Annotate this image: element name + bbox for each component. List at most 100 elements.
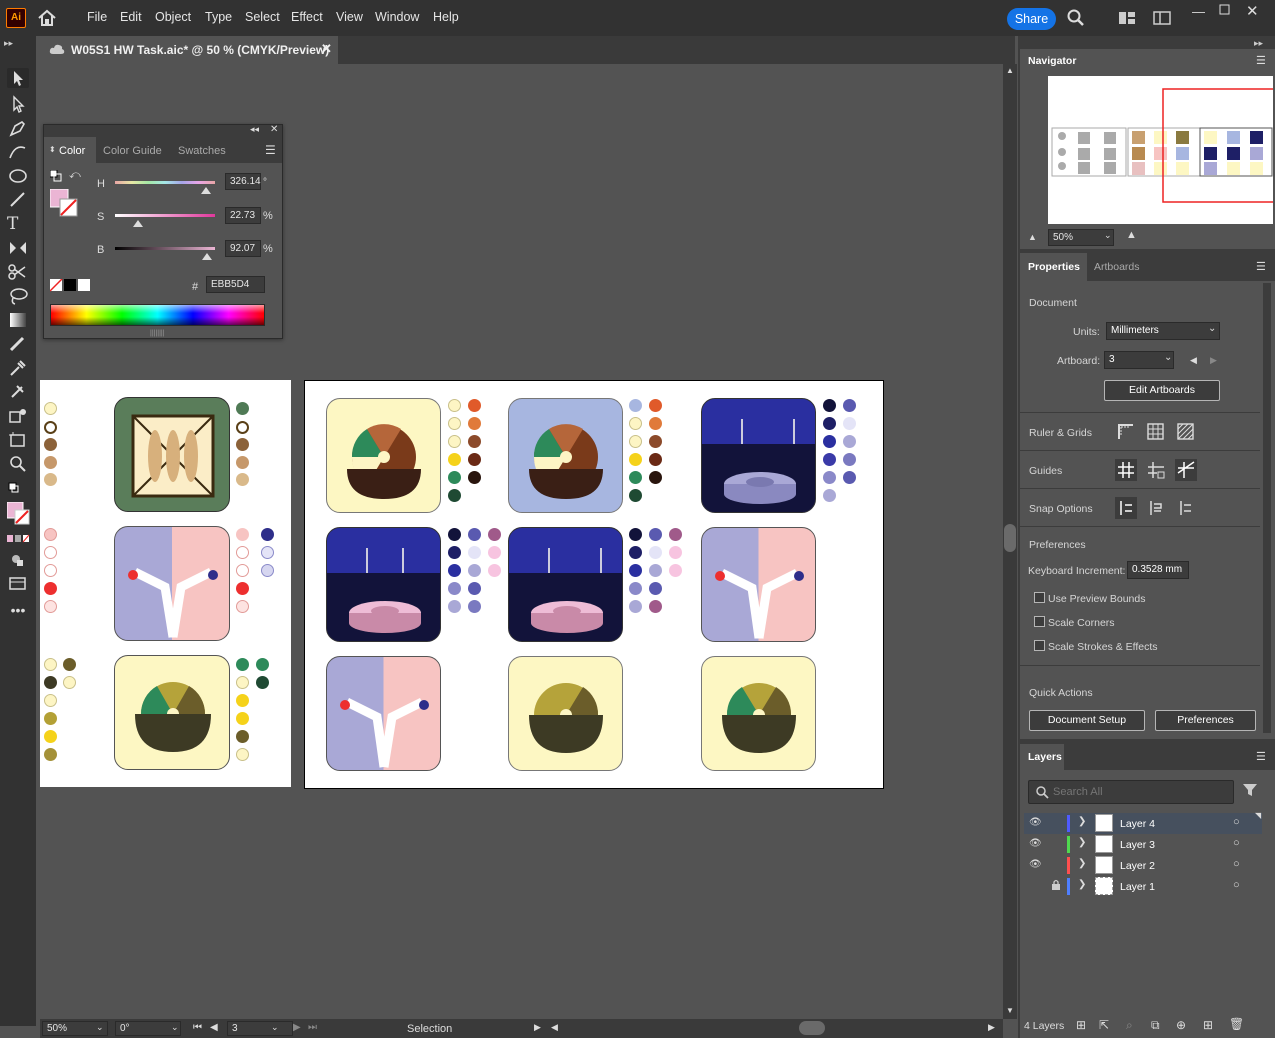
properties-menu-icon[interactable]: ☰ xyxy=(1256,260,1266,273)
b-value-field[interactable]: 92.07 xyxy=(225,240,261,257)
menu-object[interactable]: Object xyxy=(155,10,191,24)
document-tab[interactable]: W05S1 HW Task.aic* @ 50 % (CMYK/Preview)… xyxy=(40,36,338,64)
menu-window[interactable]: Window xyxy=(375,10,419,24)
kick-icon-tile-2[interactable] xyxy=(701,527,816,642)
target-circle-icon[interactable]: ○ xyxy=(1233,879,1240,891)
workspace-icon[interactable] xyxy=(1153,11,1171,28)
layer-name[interactable]: Layer 1 xyxy=(1120,881,1155,893)
previous-artboard-button[interactable]: ◀ xyxy=(1190,355,1197,366)
search-icon[interactable] xyxy=(1067,9,1085,30)
units-dropdown-icon[interactable]: ⌄ xyxy=(1208,323,1216,334)
tab-properties[interactable]: Properties xyxy=(1028,261,1080,273)
lock-guides-icon[interactable] xyxy=(1145,459,1167,484)
bowl-icon-tile-yellow[interactable] xyxy=(114,655,230,770)
b-slider-track[interactable] xyxy=(115,247,215,250)
menu-effect[interactable]: Effect xyxy=(291,10,323,24)
share-button[interactable]: Share xyxy=(1007,8,1056,30)
document-setup-button[interactable]: Document Setup xyxy=(1029,710,1145,731)
new-layer-icon[interactable]: ⊞ xyxy=(1203,1018,1213,1032)
tab-swatches[interactable]: Swatches xyxy=(178,145,226,157)
target-circle-icon[interactable]: ○ xyxy=(1233,816,1240,828)
screen-mode-icon[interactable] xyxy=(7,574,29,594)
fill-stroke-swatch[interactable] xyxy=(6,501,30,525)
edit-artboards-button[interactable]: Edit Artboards xyxy=(1104,380,1220,401)
kick-icon-tile-3[interactable] xyxy=(326,656,441,771)
b-slider-thumb[interactable] xyxy=(202,251,213,263)
h-slider-track[interactable] xyxy=(115,181,215,184)
preferences-button[interactable]: Preferences xyxy=(1155,710,1256,731)
vertical-scroll-thumb[interactable] xyxy=(1004,524,1016,552)
next-artboard-button[interactable]: ▶ xyxy=(1210,355,1217,366)
close-panel-icon[interactable]: ✕ xyxy=(270,124,278,135)
keyboard-increment-field[interactable]: 0.3528 mm xyxy=(1127,561,1189,579)
layer-row[interactable]: 👁 ❯ Layer 4 ○ ◥ xyxy=(1024,811,1262,834)
stage-icon-tile-lavender[interactable] xyxy=(701,398,816,513)
next-artboard-icon[interactable]: ▶ xyxy=(293,1022,301,1033)
close-window-icon[interactable]: ✕ xyxy=(1246,2,1259,20)
collect-for-export-icon[interactable]: ⊞ xyxy=(1076,1018,1086,1032)
horizontal-scroll-thumb[interactable] xyxy=(799,1021,825,1035)
last-artboard-icon[interactable]: ⏭ xyxy=(308,1022,317,1033)
arrange-documents-icon[interactable] xyxy=(1118,11,1136,28)
width-tool-icon[interactable] xyxy=(7,334,29,354)
transparency-grid-icon[interactable] xyxy=(1177,423,1195,444)
rotation-dropdown-icon[interactable]: ⌄ xyxy=(171,1022,179,1033)
navigator-menu-icon[interactable]: ☰ xyxy=(1256,54,1266,67)
fill-stroke-selector[interactable] xyxy=(49,188,80,222)
panel-grip[interactable] xyxy=(44,125,282,137)
export-icon[interactable]: ⇱ xyxy=(1099,1018,1109,1032)
snap-to-glyph-icon[interactable] xyxy=(1175,497,1197,522)
delete-layer-icon[interactable]: 🗑 xyxy=(1229,1017,1244,1031)
zoom-tool-icon[interactable] xyxy=(7,454,29,474)
pen-tool-icon[interactable] xyxy=(7,118,29,138)
menu-type[interactable]: Type xyxy=(205,10,232,24)
curvature-tool-icon[interactable] xyxy=(7,142,29,162)
ruler-icon[interactable] xyxy=(1117,423,1135,444)
tab-color[interactable]: Color xyxy=(59,145,85,157)
first-artboard-icon[interactable]: ⏮ xyxy=(193,1022,202,1033)
expand-chevron-icon[interactable]: ❯ xyxy=(1078,858,1086,869)
scroll-up-icon[interactable]: ▲ xyxy=(1006,66,1014,75)
layer-name[interactable]: Layer 3 xyxy=(1120,839,1155,851)
artboard-number-field[interactable]: 3 xyxy=(227,1021,293,1036)
previous-artboard-icon[interactable]: ◀ xyxy=(210,1022,218,1033)
layer-row[interactable]: ❯ Layer 1 ○ xyxy=(1024,876,1262,897)
filter-icon[interactable] xyxy=(1242,782,1258,801)
menu-file[interactable]: File xyxy=(87,10,107,24)
layer-row[interactable]: 👁 ❯ Layer 3 ○ xyxy=(1024,834,1262,855)
drawing-mode-icon[interactable] xyxy=(7,550,29,570)
grid-icon[interactable] xyxy=(1147,423,1165,444)
artboard-3[interactable] xyxy=(304,380,884,789)
expand-chevron-icon[interactable]: ❯ xyxy=(1078,816,1086,827)
menu-help[interactable]: Help xyxy=(433,10,459,24)
status-menu-icon[interactable]: ▶ xyxy=(534,1022,541,1033)
layers-search-input[interactable] xyxy=(1053,784,1223,800)
use-preview-bounds-checkbox[interactable] xyxy=(1034,592,1045,603)
target-circle-icon[interactable]: ○ xyxy=(1233,858,1240,870)
clipping-mask-icon[interactable]: ⧉ xyxy=(1151,1018,1160,1033)
s-slider-thumb[interactable] xyxy=(132,218,143,230)
snap-to-point-icon[interactable] xyxy=(1115,497,1137,519)
hex-field[interactable]: EBB5D4 xyxy=(206,276,265,293)
artboard-dropdown-icon[interactable]: ⌄ xyxy=(271,1022,279,1033)
artboard-dropdown-icon[interactable]: ⌄ xyxy=(1164,352,1172,363)
zoom-dropdown-icon[interactable]: ⌄ xyxy=(96,1022,104,1033)
maximize-icon[interactable] xyxy=(1219,4,1231,19)
navigator-thumbnail[interactable] xyxy=(1048,76,1273,224)
kick-icon-tile[interactable] xyxy=(114,526,230,641)
bowl-icon-tile-olive[interactable] xyxy=(508,656,623,771)
visibility-eye-icon[interactable]: 👁 xyxy=(1029,838,1042,849)
symbol-sprayer-tool-icon[interactable] xyxy=(7,406,29,426)
snap-to-pixel-icon[interactable] xyxy=(1145,497,1167,522)
resize-grip[interactable]: |||||||| xyxy=(150,330,165,337)
collapse-panel-icon[interactable]: ◂◂ xyxy=(250,124,259,135)
layers-menu-icon[interactable]: ☰ xyxy=(1256,750,1266,763)
artboard-2[interactable] xyxy=(40,380,291,787)
s-value-field[interactable]: 22.73 xyxy=(225,207,261,224)
units-dropdown[interactable]: Millimeters xyxy=(1106,322,1220,340)
h-value-field[interactable]: 326.14 xyxy=(225,173,261,190)
menu-select[interactable]: Select xyxy=(245,10,280,24)
default-fill-stroke-icon[interactable] xyxy=(7,480,29,500)
show-guides-icon[interactable] xyxy=(1115,459,1137,481)
more-tools-icon[interactable]: ••• xyxy=(7,602,29,622)
